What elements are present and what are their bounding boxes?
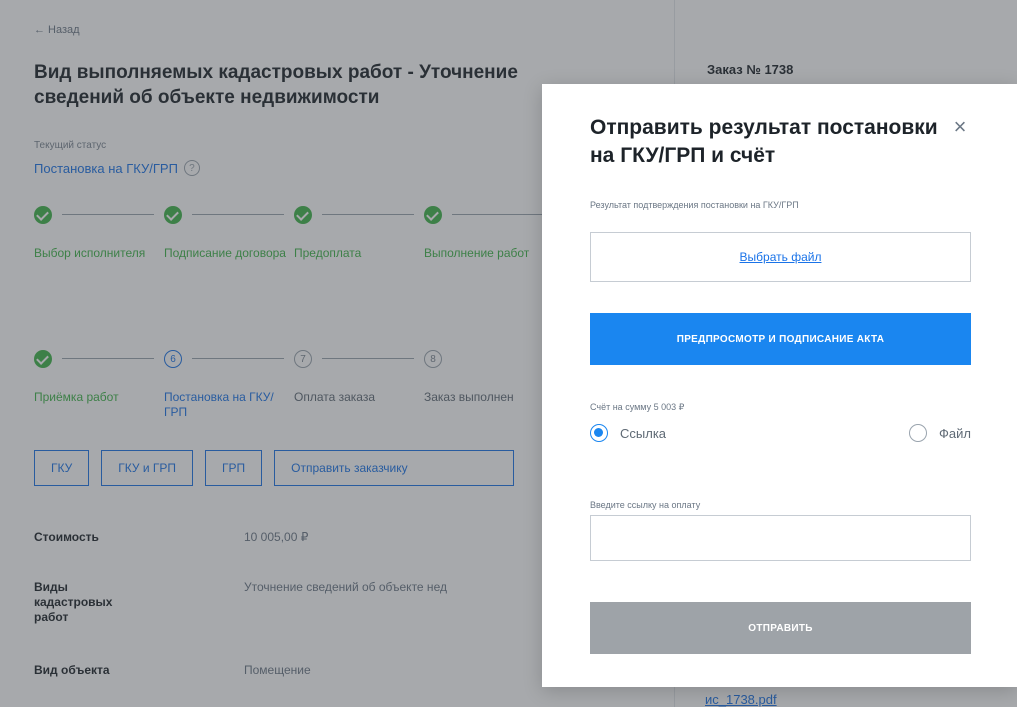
- invoice-type-radio-group: Ссылка Файл: [590, 424, 971, 448]
- link-field-caption: Введите ссылку на оплату: [590, 500, 701, 510]
- modal-title: Отправить результат постановки на ГКУ/ГР…: [590, 116, 938, 167]
- choose-file-link[interactable]: Выбрать файл: [740, 250, 822, 264]
- send-result-modal: Отправить результат постановки на ГКУ/ГР…: [542, 84, 1017, 687]
- radio-file[interactable]: Файл: [909, 424, 971, 442]
- radio-unselected-icon[interactable]: [909, 424, 928, 442]
- radio-selected-icon[interactable]: [590, 424, 608, 442]
- preview-and-sign-button[interactable]: ПРЕДПРОСМОТР И ПОДПИСАНИЕ АКТА: [590, 313, 971, 365]
- radio-label: Файл: [939, 425, 971, 441]
- radio-label: Ссылка: [620, 425, 667, 441]
- file-field-caption: Результат подтверждения постановки на ГК…: [590, 200, 799, 210]
- file-upload-box[interactable]: Выбрать файл: [590, 232, 971, 282]
- radio-link[interactable]: Ссылка: [590, 424, 666, 442]
- close-icon[interactable]: ×: [947, 114, 973, 140]
- payment-link-input[interactable]: [590, 515, 971, 561]
- submit-button[interactable]: ОТПРАВИТЬ: [590, 602, 971, 654]
- invoice-caption: Счёт на сумму 5 003 ₽: [590, 402, 685, 412]
